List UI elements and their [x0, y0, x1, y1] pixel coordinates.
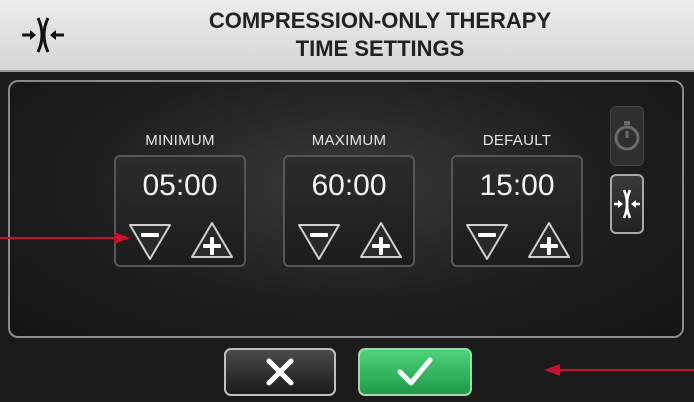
timer-icon: [614, 121, 640, 151]
minimum-value: 05:00: [142, 169, 218, 202]
maximum-increase-button[interactable]: [359, 219, 403, 263]
maximum-label: MAXIMUM: [311, 132, 387, 149]
timer-button[interactable]: [610, 106, 644, 166]
maximum-setting-box: 60:00: [283, 155, 415, 267]
default-decrease-button[interactable]: [465, 219, 509, 263]
minimum-setting-box: 05:00: [114, 155, 246, 267]
compression-mode-button[interactable]: [610, 174, 644, 234]
compression-icon: [614, 189, 640, 219]
page-title-line1: COMPRESSION-ONLY THERAPY: [208, 8, 552, 33]
default-setting-box: 15:00: [451, 155, 583, 267]
maximum-value: 60:00: [311, 169, 387, 202]
default-increase-button[interactable]: [527, 219, 571, 263]
annotation-arrow-left-icon: [0, 232, 130, 244]
annotation-arrow-right-icon: [544, 364, 694, 376]
header-bar: COMPRESSION-ONLY THERAPY TIME SETTINGS: [0, 0, 694, 72]
close-icon: [266, 358, 294, 386]
page-title-line2: TIME SETTINGS: [295, 36, 465, 61]
maximum-decrease-button[interactable]: [297, 219, 341, 263]
minimum-label: MINIMUM: [145, 132, 215, 149]
minimum-increase-button[interactable]: [190, 219, 234, 263]
checkmark-icon: [397, 357, 433, 386]
default-label: DEFAULT: [482, 132, 552, 149]
minimum-decrease-button[interactable]: [128, 219, 172, 263]
compression-icon: [22, 17, 64, 53]
default-value: 15:00: [479, 169, 555, 202]
cancel-button[interactable]: [224, 348, 336, 396]
confirm-button[interactable]: [358, 348, 472, 396]
